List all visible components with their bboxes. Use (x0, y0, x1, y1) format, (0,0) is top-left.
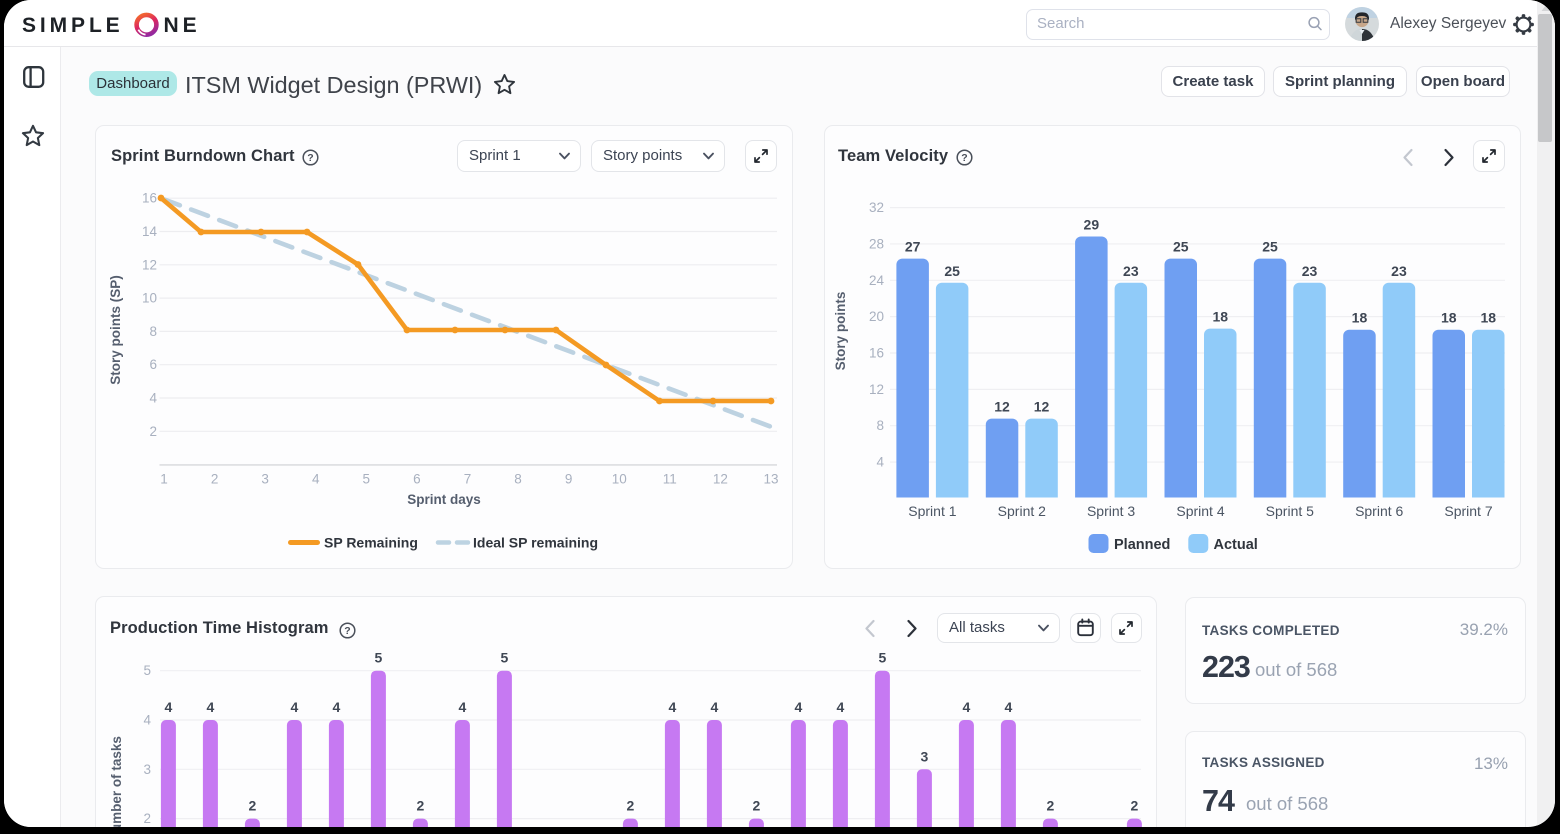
svg-text:2: 2 (1131, 798, 1139, 814)
svg-text:4: 4 (312, 472, 320, 487)
svg-text:5: 5 (501, 650, 509, 666)
svg-text:9: 9 (565, 472, 573, 487)
svg-text:4: 4 (963, 699, 971, 715)
svg-text:12: 12 (869, 382, 884, 397)
svg-text:5: 5 (375, 650, 383, 666)
svg-text:2: 2 (143, 811, 151, 826)
svg-text:Ideal SP remaining: Ideal SP remaining (473, 535, 598, 551)
svg-text:4: 4 (291, 699, 299, 715)
svg-text:Sprint 3: Sprint 3 (1087, 503, 1135, 519)
svg-text:18: 18 (1480, 310, 1496, 326)
svg-text:23: 23 (1302, 263, 1318, 279)
svg-text:12: 12 (142, 257, 157, 272)
svg-text:4: 4 (207, 699, 215, 715)
svg-text:Sprint days: Sprint days (407, 492, 481, 507)
svg-text:28: 28 (869, 236, 884, 251)
svg-text:3: 3 (143, 762, 151, 777)
svg-text:3: 3 (261, 472, 269, 487)
svg-text:4: 4 (795, 699, 803, 715)
svg-text:24: 24 (869, 273, 885, 288)
svg-text:25: 25 (1173, 239, 1189, 255)
svg-text:2: 2 (149, 424, 157, 439)
svg-text:Sprint 2: Sprint 2 (998, 503, 1046, 519)
svg-text:Story points: Story points (833, 292, 848, 371)
svg-text:12: 12 (713, 472, 728, 487)
svg-text:13: 13 (763, 472, 778, 487)
svg-text:10: 10 (612, 472, 627, 487)
svg-text:18: 18 (1212, 309, 1228, 325)
svg-text:11: 11 (663, 472, 677, 487)
svg-text:6: 6 (149, 357, 157, 372)
svg-text:2: 2 (753, 798, 761, 814)
svg-text:2: 2 (1047, 798, 1055, 814)
svg-text:25: 25 (944, 263, 960, 279)
svg-text:8: 8 (876, 418, 884, 433)
svg-text:23: 23 (1123, 263, 1139, 279)
svg-text:2: 2 (211, 472, 219, 487)
svg-text:2: 2 (249, 798, 257, 814)
svg-text:18: 18 (1441, 310, 1457, 326)
svg-text:Sprint 7: Sprint 7 (1444, 503, 1492, 519)
svg-text:6: 6 (413, 472, 421, 487)
svg-text:32: 32 (869, 200, 884, 215)
svg-text:1: 1 (160, 472, 168, 487)
svg-text:5: 5 (879, 650, 887, 666)
svg-text:10: 10 (142, 291, 157, 306)
svg-text:NE: NE (164, 14, 201, 37)
svg-text:20: 20 (869, 309, 884, 324)
svg-text:16: 16 (869, 346, 884, 361)
svg-text:Number of tasks: Number of tasks (109, 736, 124, 827)
svg-text:4: 4 (711, 699, 719, 715)
svg-text:12: 12 (1034, 399, 1050, 415)
svg-text:5: 5 (143, 663, 151, 678)
svg-text:8: 8 (149, 324, 157, 339)
svg-text:3: 3 (921, 748, 929, 764)
svg-text:Story points (SP): Story points (SP) (108, 275, 123, 385)
svg-text:4: 4 (1005, 699, 1013, 715)
svg-text:2: 2 (627, 798, 635, 814)
svg-text:Sprint 1: Sprint 1 (908, 503, 956, 519)
svg-text:4: 4 (837, 699, 845, 715)
svg-text:14: 14 (142, 224, 158, 239)
svg-text:SIMPLE: SIMPLE (22, 14, 124, 37)
svg-text:29: 29 (1084, 217, 1100, 233)
svg-text:12: 12 (994, 399, 1010, 415)
svg-text:2: 2 (417, 798, 425, 814)
svg-text:18: 18 (1352, 310, 1368, 326)
svg-text:4: 4 (669, 699, 677, 715)
svg-text:Actual: Actual (1214, 537, 1258, 553)
svg-text:Sprint 6: Sprint 6 (1355, 503, 1403, 519)
svg-text:Planned: Planned (1114, 537, 1170, 553)
svg-text:4: 4 (149, 391, 157, 406)
svg-text:7: 7 (464, 472, 472, 487)
svg-text:4: 4 (165, 699, 173, 715)
svg-text:23: 23 (1391, 263, 1407, 279)
svg-text:4: 4 (333, 699, 341, 715)
svg-text:16: 16 (142, 191, 157, 206)
svg-text:5: 5 (363, 472, 371, 487)
svg-text:4: 4 (876, 455, 884, 470)
svg-text:Sprint 4: Sprint 4 (1176, 503, 1224, 519)
svg-text:8: 8 (514, 472, 522, 487)
svg-text:4: 4 (459, 699, 467, 715)
svg-text:27: 27 (905, 239, 921, 255)
svg-text:SP Remaining: SP Remaining (324, 535, 418, 551)
svg-text:4: 4 (143, 713, 151, 728)
svg-text:25: 25 (1262, 239, 1278, 255)
svg-text:Sprint 5: Sprint 5 (1266, 503, 1314, 519)
